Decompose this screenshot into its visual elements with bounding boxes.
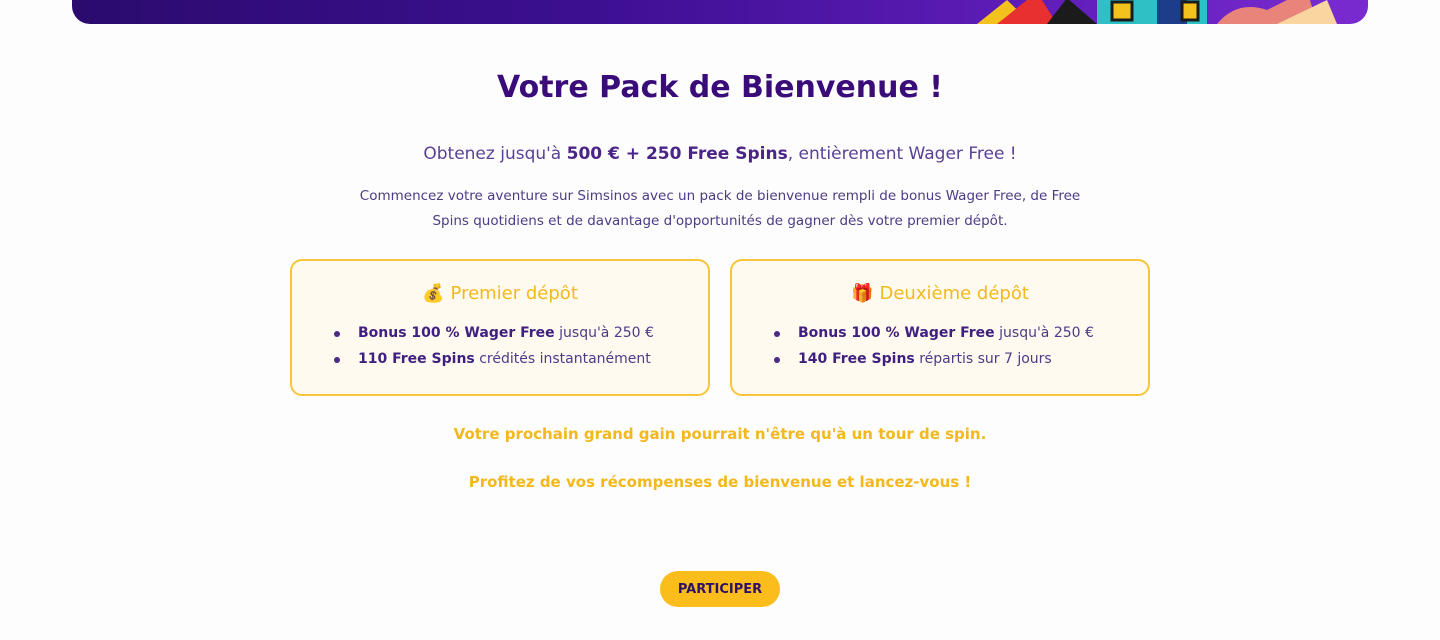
list-item: Bonus 100 % Wager Free jusqu'à 250 € xyxy=(774,323,1094,349)
hero-banner xyxy=(72,0,1368,24)
subtitle-highlight: 500 € + 250 Free Spins xyxy=(566,144,788,164)
participate-button[interactable]: PARTICIPER xyxy=(660,571,780,607)
list-item-text: jusqu'à 250 € xyxy=(994,325,1094,341)
comic-hero-art-icon xyxy=(977,0,1337,24)
welcome-subtitle: Obtenez jusqu'à 500 € + 250 Free Spins, … xyxy=(0,144,1440,164)
page-title: Votre Pack de Bienvenue ! xyxy=(497,70,943,105)
list-item: 110 Free Spins crédités instantanément xyxy=(334,349,654,375)
list-item-bold: Bonus 100 % Wager Free xyxy=(358,325,555,341)
subtitle-suffix: , entièrement Wager Free ! xyxy=(787,144,1017,164)
list-item-text: crédités instantanément xyxy=(474,351,651,367)
list-item-text: jusqu'à 250 € xyxy=(554,325,654,341)
subtitle-prefix: Obtenez jusqu'à xyxy=(423,144,567,164)
list-item: Bonus 100 % Wager Free jusqu'à 250 € xyxy=(334,323,654,349)
tagline-rewards: Profitez de vos récompenses de bienvenue… xyxy=(468,473,972,491)
list-item-bold: 110 Free Spins xyxy=(358,351,475,367)
list-item-bold: Bonus 100 % Wager Free xyxy=(798,325,995,341)
card-title: 🎁 Deuxième dépôt xyxy=(732,283,1148,304)
page: Votre Pack de Bienvenue ! Obtenez jusqu'… xyxy=(0,0,1440,640)
tagline-spin: Votre prochain grand gain pourrait n'êtr… xyxy=(453,425,987,443)
list-item-text: répartis sur 7 jours xyxy=(914,351,1052,367)
card-title-label: Deuxième dépôt xyxy=(879,283,1029,304)
card-title-label: Premier dépôt xyxy=(450,283,578,304)
gift-icon: 🎁 xyxy=(851,283,874,304)
second-deposit-card: 🎁 Deuxième dépôt Bonus 100 % Wager Free j… xyxy=(730,259,1150,396)
card-title: 💰 Premier dépôt xyxy=(292,283,708,304)
list-item: 140 Free Spins répartis sur 7 jours xyxy=(774,349,1094,375)
money-bag-icon: 💰 xyxy=(422,283,445,304)
welcome-description: Commencez votre aventure sur Simsinos av… xyxy=(359,188,1081,229)
first-deposit-card: 💰 Premier dépôt Bonus 100 % Wager Free ju… xyxy=(290,259,710,396)
card-list: Bonus 100 % Wager Free jusqu'à 250 € 140… xyxy=(774,323,1094,375)
list-item-bold: 140 Free Spins xyxy=(798,351,915,367)
card-list: Bonus 100 % Wager Free jusqu'à 250 € 110… xyxy=(334,323,654,375)
